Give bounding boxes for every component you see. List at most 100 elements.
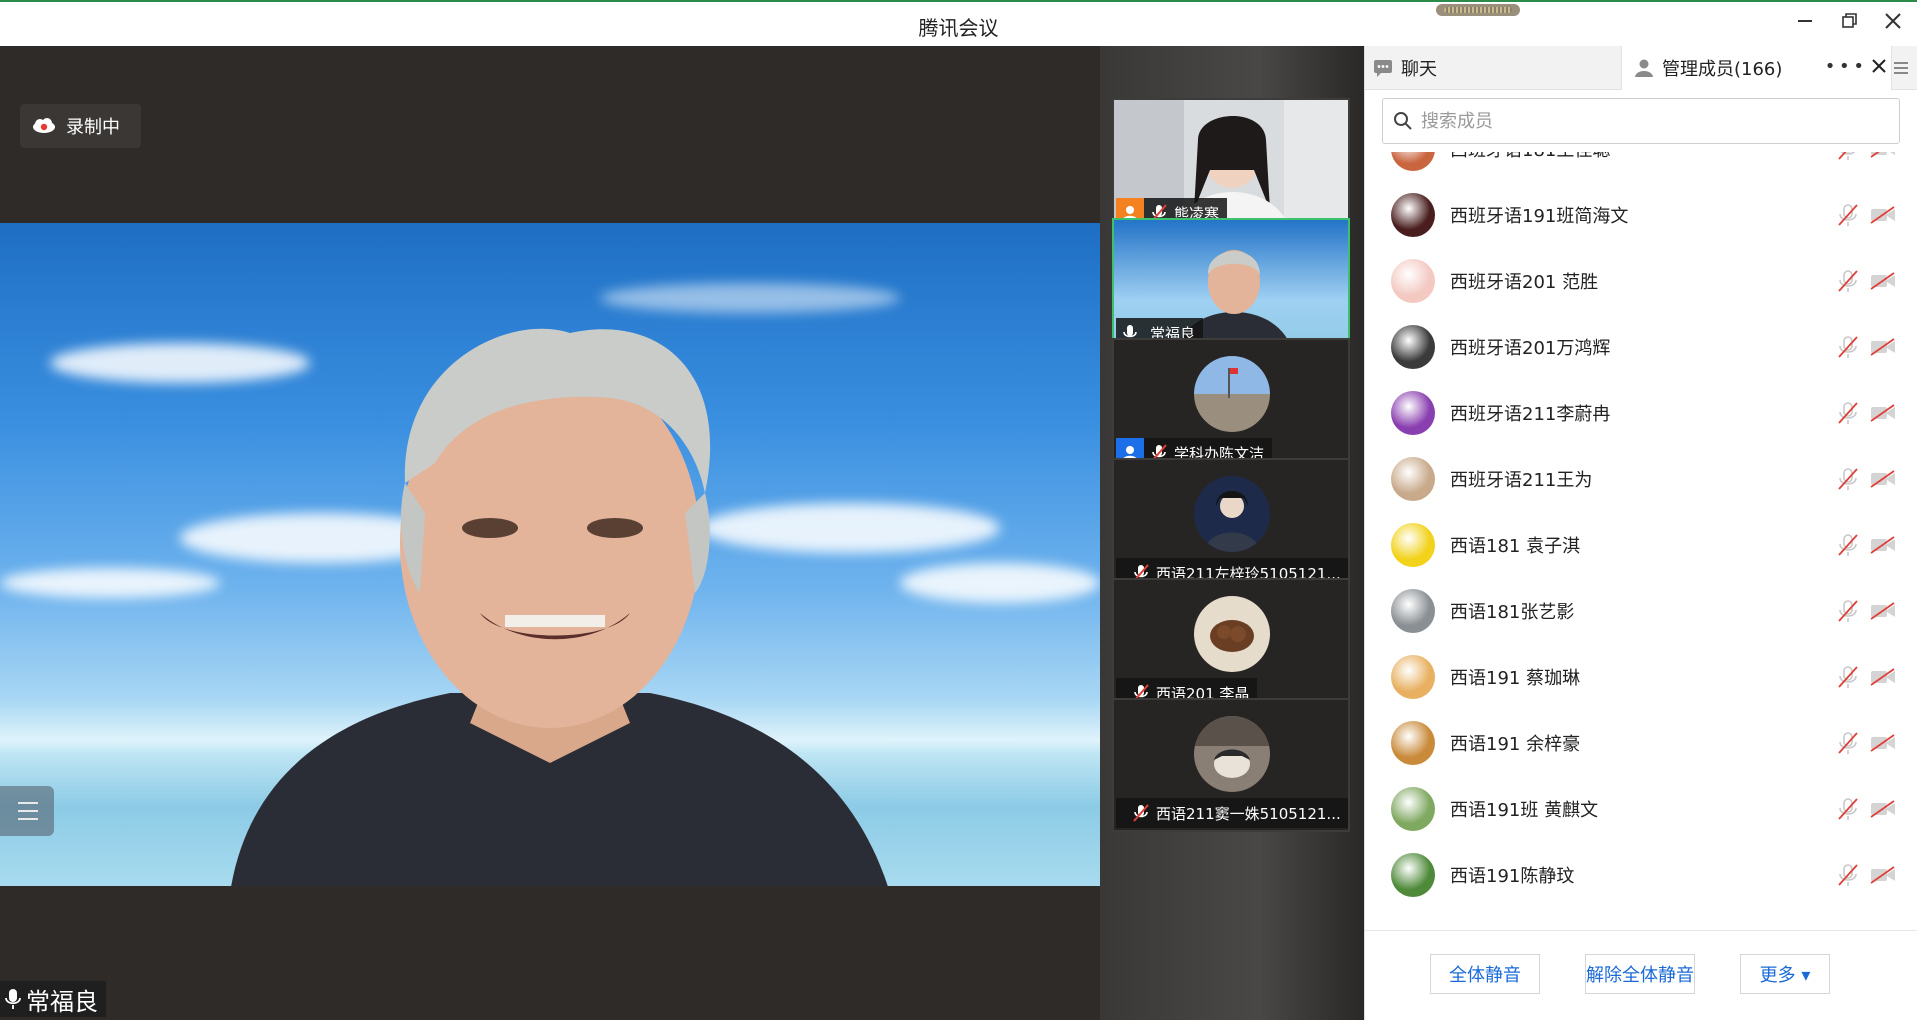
drag-handle[interactable]	[1436, 4, 1520, 16]
camera-off-icon[interactable]	[1870, 404, 1896, 422]
thumbnail-participant[interactable]: 西语211左梓玲5105121...	[1112, 458, 1350, 592]
member-row[interactable]: 西班牙语201 范胜	[1365, 248, 1917, 314]
member-avatar	[1391, 457, 1435, 501]
camera-off-icon[interactable]	[1870, 206, 1896, 224]
member-avatar	[1391, 152, 1435, 171]
member-row[interactable]: 西语181张艺影	[1365, 578, 1917, 644]
camera-off-icon[interactable]	[1870, 602, 1896, 620]
tab-chat[interactable]: 聊天	[1373, 46, 1619, 90]
participant-avatar	[1194, 356, 1270, 432]
mic-muted-icon[interactable]	[1837, 335, 1859, 359]
member-row[interactable]: 西语191陈静玟	[1365, 842, 1917, 908]
camera-off-icon[interactable]	[1870, 536, 1896, 554]
member-name: 西班牙语191班简海文	[1450, 206, 1629, 227]
mic-muted-icon[interactable]	[1837, 863, 1859, 887]
chat-icon	[1374, 60, 1392, 77]
restore-button[interactable]	[1837, 12, 1863, 38]
main-video-area[interactable]: 录制中 常福良	[0, 46, 1100, 1020]
speaker-figure	[231, 328, 888, 886]
minimize-button[interactable]	[1792, 12, 1818, 38]
member-row[interactable]: 西班牙语211李蔚冉	[1365, 380, 1917, 446]
participant-name: 西语211窦一姝5105121...	[1156, 804, 1341, 823]
window-title: 腾讯会议	[918, 16, 999, 40]
member-avatar	[1391, 325, 1435, 369]
minimize-icon	[1798, 20, 1812, 22]
participant-label: 西语211窦一姝5105121...	[1116, 798, 1348, 828]
mic-icon	[5, 989, 21, 1009]
participant-avatar	[1194, 716, 1270, 792]
recording-badge[interactable]: 录制中	[20, 104, 141, 148]
close-button[interactable]	[1880, 12, 1906, 38]
thumbnail-participant-active[interactable]: 常福良	[1112, 218, 1350, 352]
tab-members[interactable]: 管理成员(166) • • •	[1621, 46, 1892, 90]
thumbnail-participant[interactable]: 西语201 李晶	[1112, 578, 1350, 712]
mic-muted-icon[interactable]	[1837, 203, 1859, 227]
mic-muted-icon	[1133, 804, 1149, 822]
member-row[interactable]: 西语191 蔡珈琳	[1365, 644, 1917, 710]
restore-icon	[1842, 13, 1857, 28]
thumbnail-participant[interactable]: 西语211窦一姝5105121...	[1112, 698, 1350, 832]
camera-off-icon[interactable]	[1870, 272, 1896, 290]
mic-muted-icon[interactable]	[1837, 665, 1859, 689]
close-tab-icon[interactable]	[1871, 55, 1887, 79]
mic-muted-icon[interactable]	[1837, 797, 1859, 821]
member-row[interactable]: 西语191 余梓豪	[1365, 710, 1917, 776]
member-row[interactable]: 西班牙语201万鸿辉	[1365, 314, 1917, 380]
participant-avatar	[1194, 596, 1270, 672]
member-row[interactable]: 西语191班 黄麒文	[1365, 776, 1917, 842]
member-avatar	[1391, 523, 1435, 567]
member-row[interactable]: 西班牙语181王佳聪	[1365, 152, 1917, 182]
member-avatar	[1391, 589, 1435, 633]
mic-muted-icon[interactable]	[1837, 152, 1859, 161]
speaker-video	[0, 223, 1100, 886]
camera-off-icon[interactable]	[1870, 866, 1896, 884]
close-icon	[1885, 13, 1901, 29]
members-icon	[1635, 59, 1653, 77]
more-button[interactable]: 更多 ▾	[1740, 954, 1830, 994]
more-options-icon[interactable]: • • •	[1825, 56, 1864, 77]
member-name: 西语191 蔡珈琳	[1450, 668, 1581, 689]
thumbnail-participant[interactable]: 熊凌寒	[1112, 98, 1350, 232]
mic-muted-icon[interactable]	[1837, 401, 1859, 425]
member-search[interactable]	[1382, 98, 1900, 144]
camera-off-icon[interactable]	[1870, 734, 1896, 752]
member-name: 西班牙语181王佳聪	[1450, 152, 1610, 162]
mic-muted-icon[interactable]	[1837, 731, 1859, 755]
search-icon	[1394, 112, 1412, 130]
member-row[interactable]: 西班牙语211王为	[1365, 446, 1917, 512]
recording-label: 录制中	[66, 117, 120, 138]
title-bar: 腾讯会议	[0, 0, 1917, 46]
member-name: 西语181张艺影	[1450, 602, 1575, 623]
thumbnail-participant[interactable]: 学科办陈文洁	[1112, 338, 1350, 472]
member-name: 西语191班 黄麒文	[1450, 800, 1599, 821]
search-input[interactable]	[1421, 110, 1861, 132]
mic-muted-icon[interactable]	[1837, 533, 1859, 557]
participant-avatar	[1194, 476, 1270, 552]
member-avatar	[1391, 193, 1435, 237]
camera-off-icon[interactable]	[1870, 470, 1896, 488]
member-row[interactable]: 西班牙语191班简海文	[1365, 182, 1917, 248]
member-row[interactable]: 西语181 袁子淇	[1365, 512, 1917, 578]
camera-off-icon[interactable]	[1870, 152, 1896, 158]
mute-all-button[interactable]: 全体静音	[1430, 954, 1540, 994]
member-name: 西语191陈静玟	[1450, 866, 1575, 887]
speaker-name-tag: 常福良	[0, 981, 106, 1017]
mic-muted-icon[interactable]	[1837, 269, 1859, 293]
participant-thumbnails: 熊凌寒 常福良 学科办陈文洁 西语211左梓玲5105121... 西语201 …	[1100, 46, 1364, 1020]
member-name: 西班牙语201万鸿辉	[1450, 338, 1611, 359]
side-list-button[interactable]	[0, 786, 54, 836]
camera-off-icon[interactable]	[1870, 338, 1896, 356]
speaker-name: 常福良	[26, 987, 98, 1016]
camera-off-icon[interactable]	[1870, 668, 1896, 686]
mic-muted-icon[interactable]	[1837, 467, 1859, 491]
cloud-record-icon	[32, 118, 56, 134]
member-avatar	[1391, 655, 1435, 699]
member-name: 西语181 袁子淇	[1450, 536, 1581, 557]
member-avatar	[1391, 787, 1435, 831]
member-name: 西班牙语211李蔚冉	[1450, 404, 1611, 425]
unmute-all-button[interactable]: 解除全体静音	[1585, 954, 1695, 994]
mic-muted-icon[interactable]	[1837, 599, 1859, 623]
camera-off-icon[interactable]	[1870, 800, 1896, 818]
tab-chat-label: 聊天	[1401, 59, 1437, 80]
panel-menu-icon[interactable]	[1890, 56, 1914, 80]
